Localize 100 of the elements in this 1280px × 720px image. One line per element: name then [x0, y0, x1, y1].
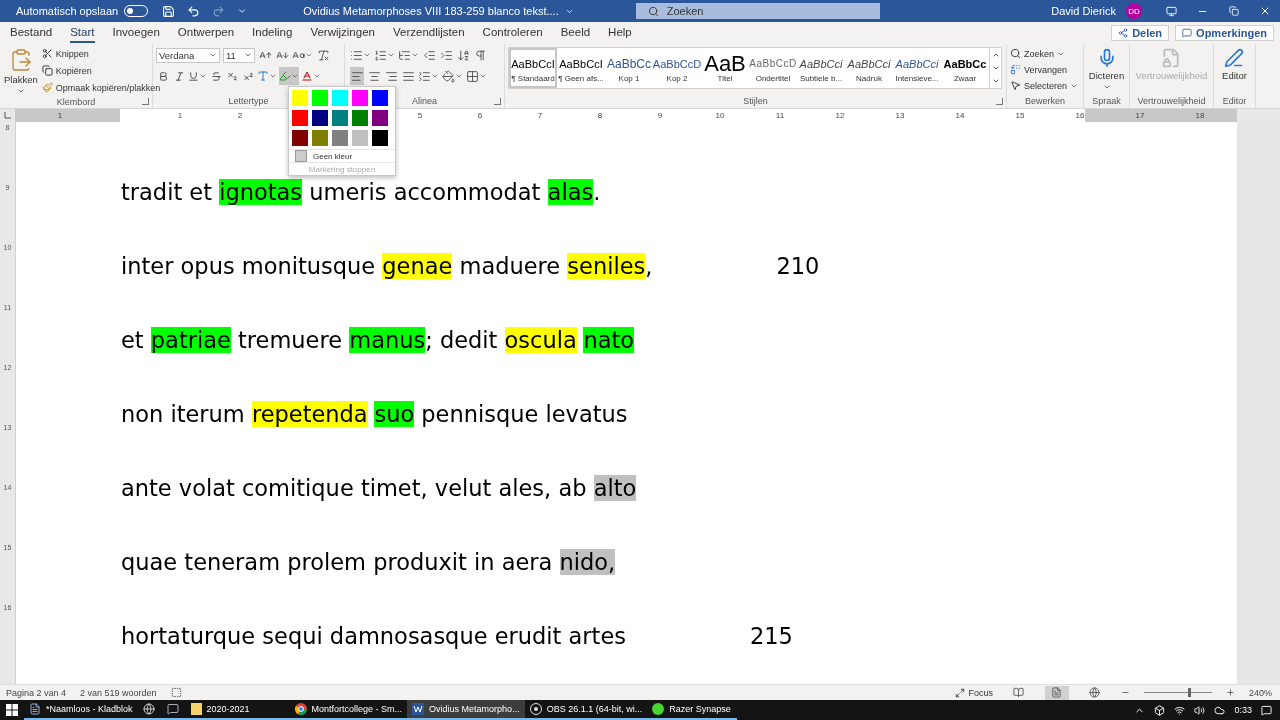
copy-button[interactable]: Kopiëren [41, 63, 92, 78]
editor-button[interactable]: Editor [1221, 46, 1248, 83]
user-name: David Dierick [1051, 5, 1116, 17]
globe-icon [1089, 687, 1101, 698]
highlight-button[interactable] [279, 67, 299, 85]
no-color-item[interactable]: Geen kleur [289, 149, 395, 162]
shading-button[interactable] [442, 67, 463, 85]
ribbon-tab[interactable]: Help [608, 23, 632, 43]
launcher-icon[interactable] [996, 98, 1003, 105]
color-swatch[interactable] [292, 90, 308, 106]
color-swatch[interactable] [332, 130, 348, 146]
color-swatch[interactable] [292, 130, 308, 146]
scroll-down-icon[interactable] [991, 64, 1000, 72]
ribbon-tab[interactable]: Beeld [560, 23, 591, 43]
paint-bucket-icon [442, 69, 455, 83]
search-icon [1010, 48, 1021, 59]
color-swatch[interactable] [352, 110, 368, 126]
dictate-button[interactable]: Dicteren [1087, 46, 1126, 93]
undo-icon[interactable] [187, 4, 201, 18]
ribbon-tab[interactable]: Ontwerpen [177, 23, 235, 43]
search-field[interactable]: Zoeken [635, 3, 880, 19]
share-button[interactable]: Delen [1111, 25, 1170, 41]
text-line: et patriae tremuere manus; dedit oscula nato [121, 327, 635, 353]
taskbar-item[interactable]: Montfortcollege - Sm... [289, 700, 408, 720]
text-line: hortaturque sequi damnosasque erudit artes [121, 623, 626, 649]
text-line: inter opus monitusque genae maduere seniles, [121, 253, 653, 279]
taskbar-item[interactable]: OBS 26.1.1 (64-bit, wi... [524, 700, 648, 720]
ruler-number: 1 [56, 111, 64, 120]
find-button[interactable]: Zoeken [1010, 46, 1066, 61]
box-icon[interactable] [1154, 704, 1166, 716]
print-layout-button[interactable] [1044, 685, 1069, 700]
style-item[interactable]: AaBbCcI ¶ Standaard [509, 48, 557, 88]
color-swatch[interactable] [332, 90, 348, 106]
select-button[interactable]: Selecteren [1010, 78, 1079, 93]
customize-icon[interactable] [237, 6, 248, 16]
ribbon-tab[interactable]: Verwijzingen [310, 23, 375, 43]
ribbon-display-icon[interactable] [1166, 5, 1177, 17]
redo-icon[interactable] [212, 4, 226, 18]
color-swatch[interactable] [352, 90, 368, 106]
highlighter-icon [279, 70, 291, 82]
ribbon-tab[interactable]: Invoegen [112, 23, 160, 43]
file-lock-icon [1161, 48, 1182, 68]
focus-button[interactable]: Focus [955, 685, 993, 700]
proofing-icon[interactable] [170, 687, 182, 698]
search-icon [647, 5, 659, 17]
color-swatch[interactable] [312, 90, 328, 106]
taskbar-item[interactable]: 2020-2021 [185, 700, 290, 720]
notifications-icon[interactable] [1261, 704, 1272, 716]
ribbon-tab[interactable]: Bestand [10, 23, 53, 43]
text-line: ante volat comitique timet, velut ales, ab alto [121, 475, 637, 501]
ruler-number: 12 [834, 111, 846, 120]
taskbar-item[interactable]: Ovidius Metamorpho... [407, 700, 525, 720]
volume-icon[interactable] [1194, 704, 1206, 716]
ribbon-tab[interactable]: Indeling [252, 23, 293, 43]
color-swatch[interactable] [312, 110, 328, 126]
launcher-icon[interactable] [494, 98, 501, 105]
color-swatch[interactable] [332, 110, 348, 126]
user-avatar[interactable]: DD [1126, 3, 1142, 19]
color-swatch[interactable] [292, 110, 308, 126]
style-item[interactable]: AaBbCci Subtiele b... [797, 48, 845, 88]
save-icon[interactable] [162, 4, 176, 18]
restore-icon[interactable] [1228, 6, 1239, 16]
paste-button[interactable]: Plakken [3, 46, 39, 97]
color-swatch[interactable] [372, 130, 388, 146]
comments-button[interactable]: Opmerkingen [1175, 25, 1274, 41]
no-color-icon [295, 150, 307, 162]
format-painter-button[interactable]: Opmaak kopiëren/plakken [41, 80, 161, 95]
cut-button[interactable]: Knippen [41, 46, 89, 61]
page-icon [1051, 687, 1063, 698]
launcher-icon[interactable] [142, 98, 149, 105]
font-family-field[interactable]: Verdana [156, 47, 220, 63]
taskbar-item[interactable] [137, 700, 162, 720]
subscript-icon [226, 70, 238, 82]
align-left-button[interactable] [350, 67, 364, 85]
zoom-thumb[interactable] [1187, 688, 1191, 697]
window-title: Ovidius Metamorphoses VIII 183-259 blanco tekst.... [303, 5, 559, 17]
pointer-icon [1010, 80, 1021, 91]
color-swatch[interactable] [372, 110, 388, 126]
style-item[interactable]: AaBbCc Zwaar [941, 48, 989, 88]
style-item[interactable]: AaBbCcD Kop 2 [653, 48, 701, 88]
font-size-field[interactable]: 11 [223, 47, 255, 63]
group-label: Spraak [1092, 96, 1121, 108]
style-item[interactable]: AaBbCc Kop 1 [605, 48, 653, 88]
style-item[interactable]: AaB Titel [701, 48, 749, 88]
clock: 0:33 [1234, 705, 1252, 715]
style-item[interactable]: AaBbCcI ¶ Geen afs... [557, 48, 605, 88]
taskbar-item[interactable]: *Naamloos - Kladblok [24, 700, 138, 720]
cloud-icon[interactable] [1214, 704, 1226, 716]
color-swatch[interactable] [312, 130, 328, 146]
style-item[interactable]: AaBbCci Intensieve... [893, 48, 941, 88]
replace-button[interactable]: Vervangen [1010, 62, 1068, 77]
ribbon-tab[interactable]: Verzendlijsten [392, 23, 465, 43]
style-item[interactable]: AaBbCcD Ondertitel [749, 48, 797, 88]
style-item[interactable]: AaBbCci Nadruk [845, 48, 893, 88]
taskbar-item[interactable]: Razer Synapse [647, 700, 738, 720]
network-icon[interactable] [1174, 704, 1186, 716]
zoom-in-icon[interactable] [1225, 688, 1235, 697]
ribbon-tab[interactable]: Controleren [482, 23, 543, 43]
color-swatch[interactable] [372, 90, 388, 106]
color-swatch[interactable] [352, 130, 368, 146]
